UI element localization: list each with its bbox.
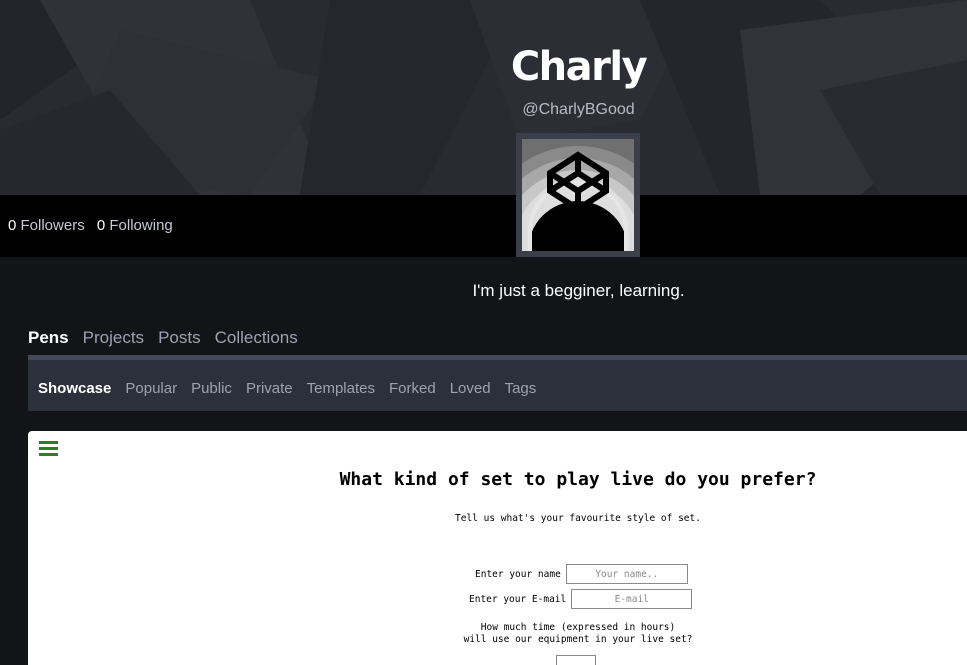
avatar[interactable] [480, 133, 676, 342]
subtab-loved[interactable]: Loved [450, 380, 491, 397]
following-count: 0 [96, 217, 106, 234]
profile-tabs: Pens Projects Posts Collections [28, 328, 298, 348]
pens-subnav: Showcase Popular Public Private Template… [28, 355, 967, 411]
following-label: Following [109, 217, 173, 234]
subtab-templates[interactable]: Templates [307, 380, 375, 397]
email-label: Enter your E-mail [469, 593, 567, 605]
hours-question-line-2: will use our equipment in your live set? [463, 634, 693, 645]
profile-bio: I'm just a begginer, learning. [472, 281, 685, 300]
subtab-public[interactable]: Public [191, 380, 232, 397]
subtab-showcase[interactable]: Showcase [38, 380, 111, 397]
profile-handle[interactable]: @CharlyBGood [0, 101, 967, 119]
name-label: Enter your name [475, 568, 561, 580]
name-input[interactable] [565, 564, 688, 584]
subtab-private[interactable]: Private [246, 380, 293, 397]
profile-page: Charly @CharlyBGood 0 Followers 0 Follow… [0, 0, 967, 665]
hours-input[interactable] [556, 655, 596, 665]
name-field-row: Enter your name [475, 564, 688, 584]
pen-preview[interactable]: What kind of set to play live do you pre… [28, 431, 967, 665]
pen-title: What kind of set to play live do you pre… [339, 469, 817, 490]
hours-question: How much time (expressed in hours) will … [28, 622, 967, 646]
email-field-row: Enter your E-mail [469, 589, 693, 609]
hamburger-menu-icon[interactable] [39, 441, 58, 457]
profile-stats: 0 Followers 0 Following [8, 217, 181, 234]
hours-question-line-1: How much time (expressed in hours) [480, 622, 676, 633]
following-link[interactable]: 0 Following [97, 217, 173, 234]
tab-posts[interactable]: Posts [158, 328, 201, 348]
subtab-forked[interactable]: Forked [389, 380, 436, 397]
codepen-logo-icon [480, 139, 676, 342]
followers-count: 0 [8, 217, 17, 234]
profile-name: Charly [510, 44, 648, 90]
followers-label: Followers [20, 217, 85, 234]
email-input[interactable] [571, 589, 693, 609]
subtab-tags[interactable]: Tags [505, 380, 537, 397]
banner-pattern [0, 0, 967, 195]
tab-pens[interactable]: Pens [28, 328, 69, 348]
pen-subtitle: Tell us what's your favourite style of s… [455, 513, 701, 524]
tab-collections[interactable]: Collections [215, 328, 298, 348]
profile-banner [0, 0, 967, 195]
subtab-popular[interactable]: Popular [125, 380, 177, 397]
followers-link[interactable]: 0 Followers [8, 217, 85, 234]
tab-projects[interactable]: Projects [83, 328, 144, 348]
